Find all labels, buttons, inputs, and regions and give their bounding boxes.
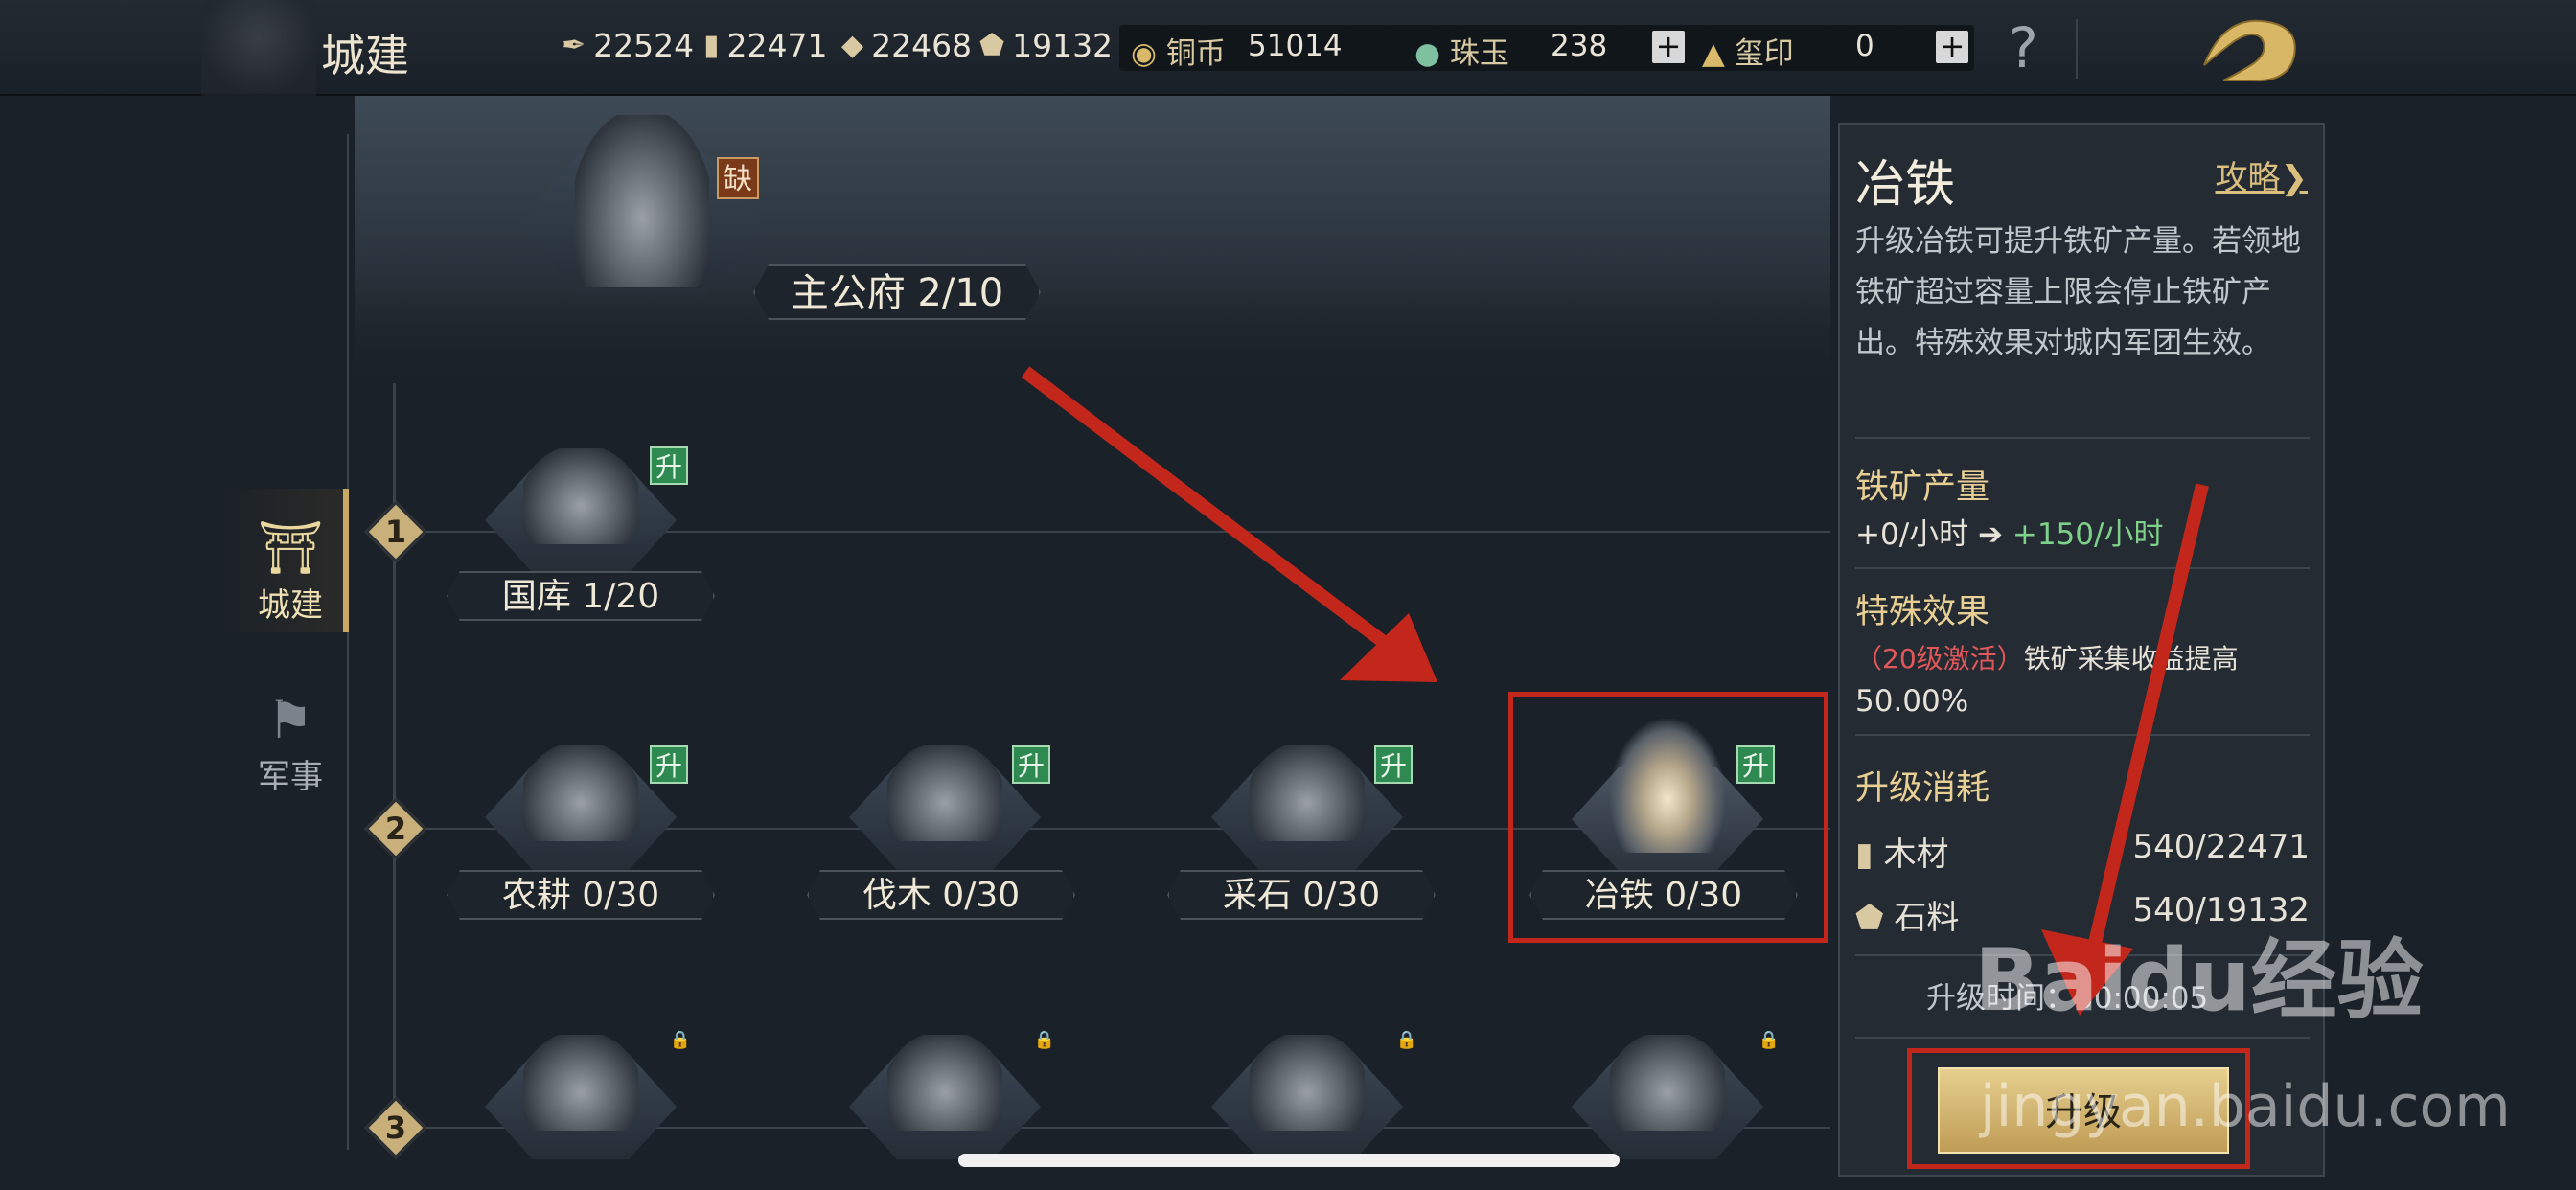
home-indicator[interactable] (958, 1154, 1620, 1167)
watermark-url: jingyan.baidu.com (1980, 1073, 2511, 1140)
watermark-logo: Baidu经验 (1974, 930, 2424, 1031)
arrow-to-smelter (1021, 366, 1438, 682)
